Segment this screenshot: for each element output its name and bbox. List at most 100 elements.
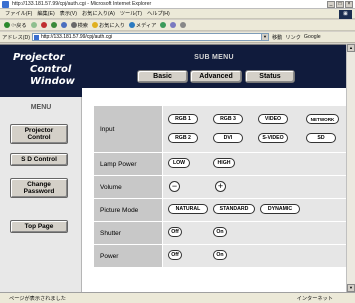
address-input[interactable]: http://133.181.57.99/cpj/auth.cgi [31, 33, 262, 41]
menu-favorites[interactable]: お気に入り(A) [82, 10, 115, 17]
menu-help[interactable]: ヘルプ(H) [147, 10, 170, 17]
input-label: Input [94, 106, 162, 152]
menu-tools[interactable]: ツール(T) [120, 10, 142, 17]
home-icon [60, 22, 67, 28]
input-sd-button[interactable]: SD [306, 133, 336, 143]
star-icon [91, 22, 98, 28]
input-options: RGB 1 RGB 3 VIDEO NETWORK RGB 2 DVI S-VI… [163, 106, 346, 152]
projector-control-button[interactable]: Projector Control [10, 124, 68, 144]
security-zone: インターネット [296, 296, 333, 302]
shutter-row: Shutter Off On [94, 222, 346, 244]
top-page-button[interactable]: Top Page [10, 220, 68, 233]
shutter-options: Off On [163, 222, 346, 244]
menu-view[interactable]: 表示(V) [60, 10, 77, 17]
title-bar: http://133.181.57.99/cpj/auth.cgi - Micr… [0, 0, 355, 9]
back-button[interactable]: ⇦戻る [4, 22, 27, 29]
history-button[interactable] [160, 22, 167, 28]
volume-options: − + [163, 176, 346, 198]
media-icon [128, 22, 135, 28]
links-button[interactable]: リンク [285, 34, 301, 41]
window-title: http://133.181.57.99/cpj/auth.cgi - Micr… [12, 1, 152, 7]
sd-control-button[interactable]: S D Control [10, 153, 68, 166]
top-page-label: Top Page [24, 223, 54, 230]
toolbar: ⇦戻る 検索 お気に入り メディア [0, 20, 355, 31]
refresh-button[interactable] [50, 22, 57, 28]
maximize-button[interactable]: □ [336, 1, 344, 8]
address-dropdown-button[interactable]: ▼ [261, 33, 269, 41]
print-button[interactable] [180, 22, 187, 28]
picture-dynamic-button[interactable]: DYNAMIC [260, 204, 300, 214]
status-text: ページが表示されました [9, 295, 66, 302]
status-bar: ページが表示されました インターネット [0, 292, 355, 303]
minimize-button[interactable]: _ [327, 1, 335, 8]
projector-control-label-line2: Control [27, 134, 51, 141]
picture-mode-label: Picture Mode [94, 199, 162, 221]
stop-icon [40, 22, 47, 28]
lamp-high-button[interactable]: HIGH [213, 158, 235, 168]
change-password-label-line2: Password [23, 188, 55, 195]
lamp-power-row: Lamp Power LOW HIGH [94, 153, 346, 175]
history-icon [160, 22, 167, 28]
logo-line-1: Projector [13, 52, 65, 63]
search-icon [70, 22, 77, 28]
picture-standard-button[interactable]: STANDARD [213, 204, 255, 214]
search-button[interactable]: 検索 [70, 22, 88, 29]
change-password-button[interactable]: Change Password [10, 178, 68, 198]
media-button[interactable]: メディア [128, 22, 156, 29]
volume-down-button[interactable]: − [169, 181, 180, 192]
app-logo: Projector Control Window [0, 45, 82, 97]
menu-edit[interactable]: 編集(E) [37, 10, 54, 17]
shutter-on-button[interactable]: On [213, 227, 227, 237]
input-rgb1-button[interactable]: RGB 1 [168, 114, 198, 124]
forward-arrow-icon [30, 22, 37, 28]
tab-status[interactable]: Status [245, 70, 295, 83]
scroll-up-arrow-icon[interactable]: ▲ [347, 44, 355, 52]
input-rgb2-button[interactable]: RGB 2 [168, 133, 198, 143]
browser-window: http://133.181.57.99/cpj/auth.cgi - Micr… [0, 0, 355, 303]
volume-row: Volume − + [94, 176, 346, 198]
forward-button[interactable] [30, 22, 37, 28]
go-button[interactable]: 移動 [272, 34, 282, 41]
input-dvi-button[interactable]: DVI [213, 133, 243, 143]
window-controls: _ □ × [327, 1, 353, 8]
print-icon [180, 22, 187, 28]
shutter-off-button[interactable]: Off [168, 227, 182, 237]
menu-bar: ファイル(F) 編集(E) 表示(V) お気に入り(A) ツール(T) ヘルプ(… [0, 9, 355, 19]
shutter-label: Shutter [94, 222, 162, 244]
input-rgb3-button[interactable]: RGB 3 [213, 114, 243, 124]
menu-heading: MENU [30, 104, 52, 111]
input-network-button[interactable]: NETWORK [306, 114, 339, 124]
input-svideo-button[interactable]: S-VIDEO [258, 133, 288, 143]
input-row: Input RGB 1 RGB 3 VIDEO NETWORK RGB 2 DV… [94, 106, 346, 152]
mail-button[interactable] [170, 22, 177, 28]
tab-basic[interactable]: Basic [137, 70, 188, 83]
logo-line-3: Window [30, 76, 75, 87]
ie-page-icon [2, 0, 9, 8]
home-button[interactable] [60, 22, 67, 28]
input-video-button[interactable]: VIDEO [258, 114, 288, 124]
power-off-button[interactable]: Off [168, 250, 182, 260]
mail-icon [170, 22, 177, 28]
scroll-down-arrow-icon[interactable]: ▼ [347, 284, 355, 292]
address-bar: アドレス(D) http://133.181.57.99/cpj/auth.cg… [0, 32, 355, 43]
power-row: Power Off On [94, 245, 346, 267]
power-on-button[interactable]: On [213, 250, 227, 260]
vertical-scrollbar[interactable]: ▲ ▼ [346, 44, 355, 292]
volume-up-button[interactable]: + [215, 181, 226, 192]
sub-menu-title: SUB MENU [194, 54, 234, 61]
power-options: Off On [163, 245, 346, 267]
tab-advanced[interactable]: Advanced [190, 70, 242, 83]
address-label: アドレス(D) [2, 34, 30, 41]
menu-file[interactable]: ファイル(F) [5, 10, 32, 17]
lamp-power-options: LOW HIGH [163, 153, 346, 175]
picture-mode-row: Picture Mode NATURAL STANDARD DYNAMIC [94, 199, 346, 221]
google-toolbar-button[interactable]: Google [304, 34, 321, 40]
close-button[interactable]: × [345, 1, 353, 8]
back-arrow-icon [4, 22, 10, 28]
windows-logo-icon: ⊞ [339, 10, 352, 19]
favorites-button[interactable]: お気に入り [91, 22, 125, 29]
picture-natural-button[interactable]: NATURAL [168, 204, 208, 214]
stop-button[interactable] [40, 22, 47, 28]
sd-control-label: S D Control [21, 156, 57, 163]
lamp-low-button[interactable]: LOW [168, 158, 190, 168]
